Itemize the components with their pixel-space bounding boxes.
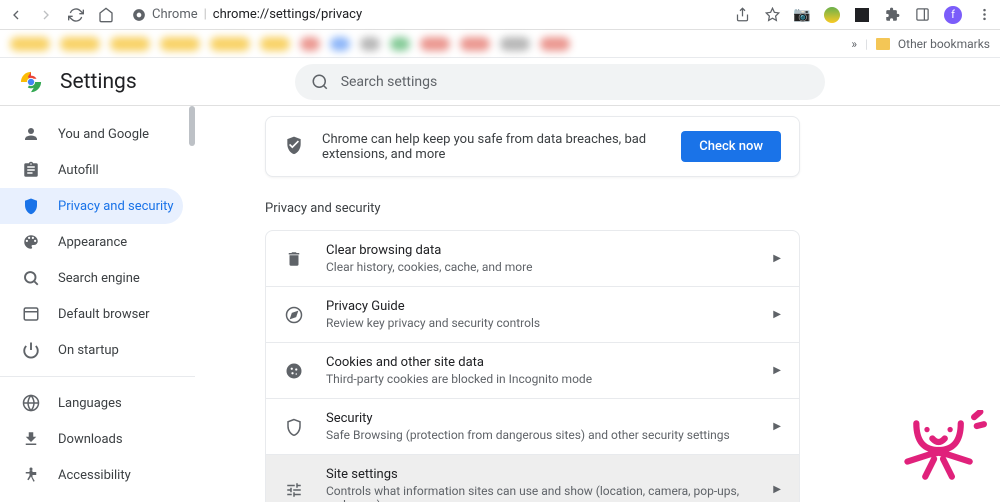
url-scheme: Chrome: [152, 7, 198, 22]
camera-icon[interactable]: 📷: [794, 7, 810, 23]
security-shield-icon: [284, 417, 304, 437]
sidebar-item-label: Appearance: [58, 235, 127, 250]
shield-check-icon: [284, 135, 304, 159]
row-title: Cookies and other site data: [326, 355, 751, 370]
banner-text: Chrome can help keep you safe from data …: [322, 132, 663, 162]
sidebar-item-privacy-security[interactable]: Privacy and security: [0, 188, 183, 224]
bookmarks-overflow-icon[interactable]: »: [851, 37, 857, 51]
page-title: Settings: [60, 70, 137, 94]
chevron-right-icon: ▶: [773, 309, 781, 320]
check-now-button[interactable]: Check now: [681, 131, 781, 162]
sidebar-item-downloads[interactable]: Downloads: [0, 421, 183, 457]
sidebar-item-label: Accessibility: [58, 468, 131, 483]
section-title: Privacy and security: [265, 201, 800, 216]
row-title: Security: [326, 411, 751, 426]
row-subtitle: Review key privacy and security controls: [326, 316, 751, 330]
menu-dots-icon[interactable]: [976, 7, 992, 23]
row-subtitle: Controls what information sites can use …: [326, 484, 751, 502]
reload-icon[interactable]: [68, 7, 84, 23]
clipboard-icon: [22, 161, 40, 179]
browser-toolbar: Chrome | chrome://settings/privacy 📷 f: [0, 0, 1000, 30]
row-privacy-guide[interactable]: Privacy Guide Review key privacy and sec…: [266, 287, 799, 343]
sidebar-item-on-startup[interactable]: On startup: [0, 332, 183, 368]
url-path: chrome://settings/privacy: [213, 7, 362, 22]
trash-icon: [284, 249, 304, 269]
chevron-right-icon: ▶: [773, 253, 781, 264]
home-icon[interactable]: [98, 7, 114, 23]
globe-icon: [22, 394, 40, 412]
extensions-puzzle-icon[interactable]: [884, 7, 900, 23]
search-placeholder: Search settings: [341, 74, 438, 90]
row-cookies[interactable]: Cookies and other site data Third-party …: [266, 343, 799, 399]
sidebar-item-you-and-google[interactable]: You and Google: [0, 116, 183, 152]
row-title: Clear browsing data: [326, 243, 751, 258]
shield-icon: [22, 197, 40, 215]
row-clear-browsing-data[interactable]: Clear browsing data Clear history, cooki…: [266, 231, 799, 287]
accessibility-icon: [22, 466, 40, 484]
extension-icon-1[interactable]: [824, 7, 840, 23]
sidebar-item-label: Languages: [58, 396, 122, 411]
panel-icon[interactable]: [914, 7, 930, 23]
settings-header: Settings Search settings: [0, 58, 1000, 106]
row-title: Privacy Guide: [326, 299, 751, 314]
sidebar-divider: [0, 376, 195, 377]
bookmarks-bar: » | Other bookmarks: [0, 30, 1000, 58]
sidebar-item-label: Default browser: [58, 307, 150, 322]
palette-icon: [22, 233, 40, 251]
extension-icon-2[interactable]: [854, 7, 870, 23]
power-icon: [22, 341, 40, 359]
other-bookmarks-link[interactable]: Other bookmarks: [898, 37, 990, 51]
address-bar[interactable]: Chrome | chrome://settings/privacy: [132, 7, 362, 22]
share-icon[interactable]: [734, 7, 750, 23]
forward-icon[interactable]: [38, 7, 54, 23]
chrome-logo-icon: [20, 71, 42, 93]
sidebar: You and Google Autofill Privacy and secu…: [0, 106, 195, 502]
row-subtitle: Safe Browsing (protection from dangerous…: [326, 428, 751, 442]
row-security[interactable]: Security Safe Browsing (protection from …: [266, 399, 799, 455]
browser-icon: [22, 305, 40, 323]
chevron-right-icon: ▶: [773, 365, 781, 376]
sidebar-item-default-browser[interactable]: Default browser: [0, 296, 183, 332]
sidebar-item-label: Downloads: [58, 432, 123, 447]
back-icon[interactable]: [8, 7, 24, 23]
search-input[interactable]: Search settings: [295, 64, 825, 100]
row-title: Site settings: [326, 467, 751, 482]
sidebar-item-autofill[interactable]: Autofill: [0, 152, 183, 188]
privacy-card: Clear browsing data Clear history, cooki…: [265, 230, 800, 502]
sidebar-item-label: On startup: [58, 343, 119, 358]
sidebar-item-appearance[interactable]: Appearance: [0, 224, 183, 260]
sidebar-item-accessibility[interactable]: Accessibility: [0, 457, 183, 493]
sidebar-item-label: Autofill: [58, 163, 99, 178]
sidebar-item-label: You and Google: [58, 127, 149, 142]
sidebar-item-search-engine[interactable]: Search engine: [0, 260, 183, 296]
sidebar-item-system[interactable]: System: [0, 493, 183, 502]
folder-icon: [876, 38, 890, 50]
row-site-settings[interactable]: Site settings Controls what information …: [266, 455, 799, 502]
search-icon: [311, 73, 329, 91]
row-subtitle: Third-party cookies are blocked in Incog…: [326, 372, 751, 386]
cookie-icon: [284, 361, 304, 381]
download-icon: [22, 430, 40, 448]
compass-icon: [284, 305, 304, 325]
tune-icon: [284, 480, 304, 500]
chevron-right-icon: ▶: [773, 421, 781, 432]
chrome-favicon-icon: [132, 8, 146, 22]
row-subtitle: Clear history, cookies, cache, and more: [326, 260, 751, 274]
sidebar-item-label: Search engine: [58, 271, 140, 286]
bookmarks-blurred: [10, 37, 570, 51]
chevron-right-icon: ▶: [773, 484, 781, 495]
search-icon: [22, 269, 40, 287]
star-icon[interactable]: [764, 7, 780, 23]
person-icon: [22, 125, 40, 143]
content-area: Chrome can help keep you safe from data …: [195, 106, 1000, 502]
safety-check-banner: Chrome can help keep you safe from data …: [265, 116, 800, 177]
sidebar-item-label: Privacy and security: [58, 199, 174, 214]
profile-avatar[interactable]: f: [944, 6, 962, 24]
sidebar-item-languages[interactable]: Languages: [0, 385, 183, 421]
